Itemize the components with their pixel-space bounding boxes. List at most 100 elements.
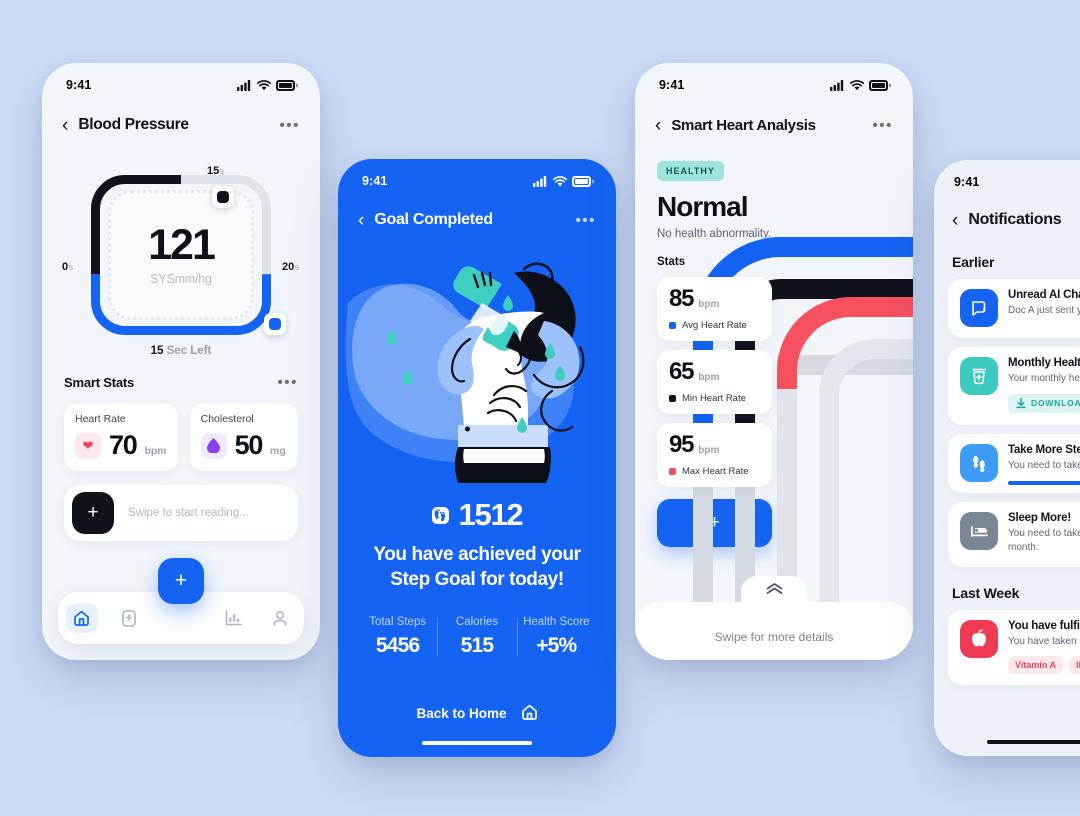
notification-subtitle: You need to take 4 this month. [1008,527,1080,554]
download-button[interactable]: DOWNLOAD [1008,393,1080,413]
notification-item-sleep[interactable]: Sleep More! You need to take 4 this mont… [948,501,1080,567]
gauge-knob-blue[interactable] [264,313,286,335]
status-time: 9:41 [659,78,685,92]
notification-subtitle: Doc A just sent you [1008,305,1080,316]
more-options-icon[interactable]: ••• [279,117,300,134]
gauge-knob-dark[interactable] [212,186,234,208]
footsteps-icon: 👣 [431,506,449,524]
apple-icon [960,619,998,658]
tab-profile[interactable] [257,603,304,633]
hr-legend: Avg Heart Rate [682,320,747,331]
medicine-cup-icon [960,357,998,395]
gauge-label-min: 0s [62,261,74,273]
hr-legend: Min Heart Rate [682,393,746,404]
stat-value: 70 [109,430,138,460]
wifi-icon [850,79,864,90]
tab-home[interactable] [58,603,105,633]
hr-value: 65 [669,358,695,385]
phone-goal-completed: 9:41 ‹ Goal Completed ••• 👣 1512 You hav… [338,159,616,757]
page-title: Notifications [968,211,1062,228]
cellular-signal-icon [830,79,844,91]
woman-drinking-water-illustration [338,243,616,493]
status-bar: 9:41 [934,160,1080,194]
notification-item-chatbot[interactable]: Unread AI Chatbot Doc A just sent you [948,279,1080,338]
more-options-icon[interactable]: ••• [872,117,893,134]
phone-blood-pressure: 9:41 ‹ Blood Pressure ••• 15s 0s 20s 121 [42,63,320,660]
hr-card-avg[interactable]: 85 bpm Avg Heart Rate [657,277,772,341]
notification-subtitle: You have taken 50 [1008,635,1080,647]
home-indicator [422,741,532,745]
notification-title: Take More Steps [1008,443,1080,456]
notification-item-steps[interactable]: Take More Steps You need to take 3 [948,433,1080,493]
hr-value: 95 [669,431,695,458]
stat-label: Cholesterol [200,413,254,425]
smart-stats-title: Smart Stats [64,375,135,390]
plus-icon[interactable]: + [72,492,114,534]
page-title: Blood Pressure [78,116,189,133]
tag-ibuprofen[interactable]: Ibup [1069,656,1080,674]
home-indicator [986,740,1080,744]
back-chevron-icon[interactable]: ‹ [952,211,958,230]
blood-pressure-gauge: 15s 0s 20s 121 SYSmm/hg 15 Sec Left [42,153,320,368]
more-options-icon[interactable]: ••• [575,212,596,229]
tab-device[interactable] [105,603,152,633]
back-chevron-icon[interactable]: ‹ [62,116,68,135]
stat-card-cholesterol[interactable]: Cholesterol 50 mg [189,403,298,471]
hr-unit: bpm [698,372,720,383]
summary-value: +5% [536,634,577,658]
chevron-up-icon [766,583,782,594]
page-title: Smart Heart Analysis [671,116,816,134]
smart-stats-header: Smart Stats ••• [42,374,320,391]
notification-subtitle: Your monthly health [1008,373,1080,384]
gauge-unit: SYSmm/hg [150,272,212,286]
group-heading-last-week: Last Week [952,584,1020,601]
status-time: 9:41 [954,175,980,189]
tag-vitamin-a[interactable]: Vitamin A [1008,656,1064,674]
hr-legend: Max Heart Rate [682,466,749,477]
group-heading-earlier: Earlier [952,254,995,270]
status-icons [237,79,298,91]
status-time: 9:41 [362,174,388,188]
add-measurement-button[interactable]: + [657,499,772,547]
hr-unit: bpm [698,445,720,456]
gauge-label-max: 20s [282,261,300,273]
phone-smart-heart-analysis: 9:41 ‹ Smart Heart Analysis ••• HEALTHY … [635,63,913,660]
hr-card-min[interactable]: 65 bpm Min Heart Rate [657,350,772,414]
notification-title: Monthly Health R [1008,357,1080,369]
bar-chart-icon [217,603,249,633]
notification-item-health-report[interactable]: Monthly Health R Your monthly health DOW… [948,347,1080,425]
back-to-home-button[interactable]: Back to Home [338,704,616,723]
bottom-tab-bar: + [58,558,304,644]
person-icon [264,603,296,633]
summary-label: Total Steps [369,616,427,629]
goal-summary-stats: Total Steps 5456 Calories 515 Health Sco… [358,616,596,658]
page-title: Goal Completed [374,211,493,228]
notification-subtitle: You need to take 3 [1008,459,1080,471]
smart-stats-more-icon[interactable]: ••• [277,374,298,391]
swipe-details-sheet[interactable]: Swipe for more details [635,602,913,660]
summary-label: Calories [455,616,499,629]
status-badge: HEALTHY [657,161,724,181]
tab-reports[interactable] [209,603,256,633]
back-chevron-icon[interactable]: ‹ [655,116,661,135]
summary-total-steps: Total Steps 5456 [358,616,437,658]
status-icons [533,175,594,187]
stat-label: Heart Rate [75,413,126,425]
step-count-value: 1512 [458,497,524,532]
add-reading-fab[interactable]: + [158,558,204,604]
legend-swatch-max [669,468,676,475]
stat-card-heart-rate[interactable]: Heart Rate ❤ 70 bpm [64,403,178,471]
goal-headline: You have achieved your Step Goal for tod… [373,544,581,590]
cellular-signal-icon [237,79,251,91]
hr-card-max[interactable]: 95 bpm Max Heart Rate [657,423,772,487]
screenshot-canvas: 9:41 ‹ Blood Pressure ••• 15s 0s 20s 121 [0,0,1080,816]
heart-icon: ❤ [75,432,101,459]
notification-title: You have fulfilled [1008,619,1080,632]
status-time: 9:41 [66,78,92,92]
stats-section-label: Stats [657,256,686,268]
phone-notifications: 9:41 ‹ Notifications Earlier Unread AI C… [934,160,1080,756]
back-chevron-icon[interactable]: ‹ [358,211,364,230]
notification-item-vitamins[interactable]: You have fulfilled You have taken 50 Vit… [948,609,1080,685]
swipe-to-read-card[interactable]: + Swipe to start reading... [64,485,298,541]
droplet-icon [200,432,227,459]
